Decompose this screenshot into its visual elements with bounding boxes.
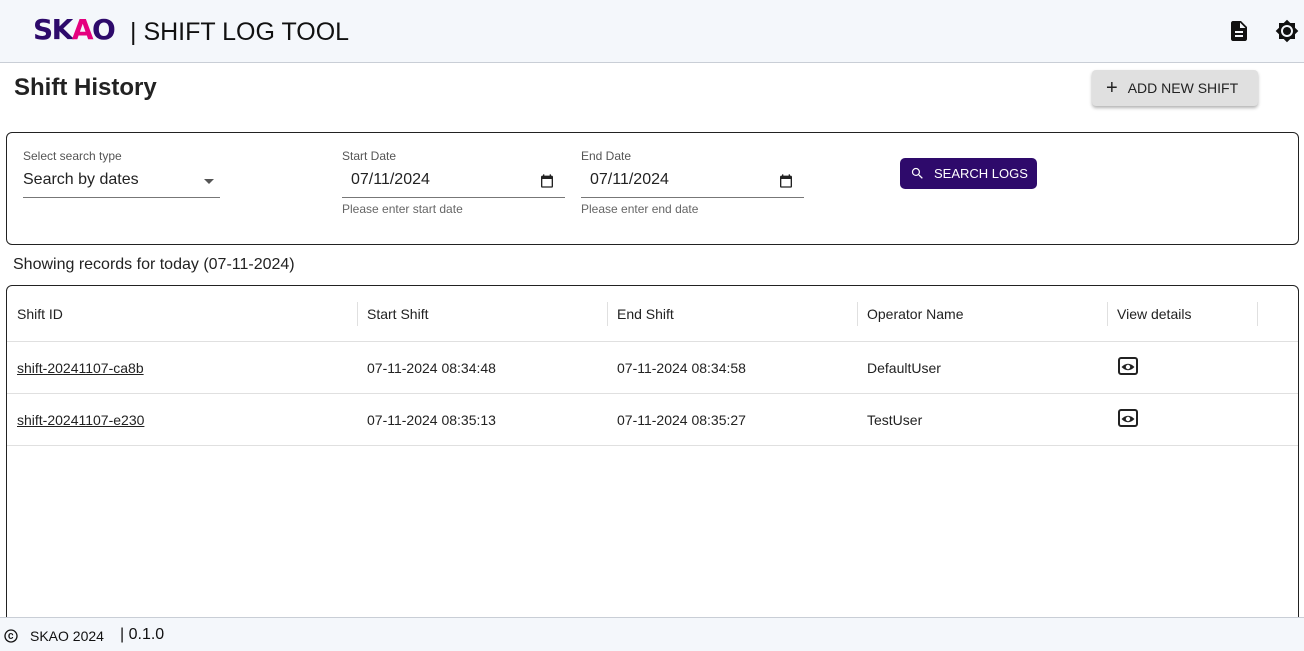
- column-header-start-shift[interactable]: Start Shift: [367, 286, 428, 342]
- search-panel: Select search type Search by dates Start…: [6, 132, 1299, 245]
- add-new-shift-label: ADD NEW SHIFT: [1127, 80, 1239, 96]
- end-date-helper: Please enter end date: [581, 202, 699, 216]
- column-separator[interactable]: [1257, 302, 1258, 326]
- skao-logo: SKAO: [33, 13, 116, 46]
- end-date-value: 07/11/2024: [590, 171, 669, 188]
- column-separator[interactable]: [857, 302, 858, 326]
- view-details-icon[interactable]: [1118, 357, 1138, 375]
- column-header-shift-id[interactable]: Shift ID: [17, 286, 63, 342]
- start-date-helper: Please enter start date: [342, 202, 463, 216]
- shift-id-link[interactable]: shift-20241107-e230: [17, 394, 144, 446]
- column-header-view-details[interactable]: View details: [1117, 286, 1191, 342]
- start-shift-cell: 07-11-2024 08:34:48: [367, 360, 496, 376]
- end-date-label: End Date: [581, 149, 632, 163]
- search-type-select[interactable]: Search by dates: [23, 171, 220, 198]
- footer-version: | 0.1.0: [120, 626, 165, 643]
- app-title: | SHIFT LOG TOOL: [130, 18, 350, 46]
- page-title: Shift History: [14, 74, 157, 101]
- dropdown-arrow-icon: [204, 179, 214, 184]
- shift-id-link[interactable]: shift-20241107-ca8b: [17, 342, 144, 394]
- column-separator[interactable]: [607, 302, 608, 326]
- start-date-value: 07/11/2024: [351, 171, 430, 188]
- table-row[interactable]: shift-20241107-e230 07-11-2024 08:35:13 …: [7, 394, 1298, 446]
- operator-name-cell: DefaultUser: [867, 360, 941, 376]
- column-header-operator-name[interactable]: Operator Name: [867, 286, 963, 342]
- operator-name-cell: TestUser: [867, 412, 923, 428]
- search-logs-label: SEARCH LOGS: [934, 166, 1028, 181]
- copyright-icon: [4, 629, 18, 643]
- plus-icon: +: [1106, 77, 1118, 99]
- search-icon: [911, 167, 923, 179]
- records-summary: Showing records for today (07-11-2024): [13, 256, 295, 273]
- add-new-shift-button[interactable]: + ADD NEW SHIFT: [1092, 70, 1258, 106]
- column-separator[interactable]: [357, 302, 358, 326]
- search-logs-button[interactable]: SEARCH LOGS: [900, 158, 1037, 189]
- column-separator[interactable]: [1107, 302, 1108, 326]
- start-date-input[interactable]: 07/11/2024: [342, 171, 565, 198]
- search-type-label: Select search type: [23, 149, 122, 163]
- footer-owner: SKAO 2024: [30, 628, 104, 644]
- end-date-input[interactable]: 07/11/2024: [581, 171, 804, 198]
- search-type-value: Search by dates: [23, 171, 139, 188]
- end-shift-cell: 07-11-2024 08:35:27: [617, 412, 746, 428]
- shift-table: Shift ID Start Shift End Shift Operator …: [6, 285, 1299, 630]
- view-details-icon[interactable]: [1118, 409, 1138, 427]
- app-footer: SKAO 2024 | 0.1.0: [0, 617, 1304, 651]
- calendar-icon[interactable]: [539, 173, 555, 189]
- document-icon[interactable]: [1227, 19, 1251, 43]
- column-header-end-shift[interactable]: End Shift: [617, 286, 674, 342]
- table-header: Shift ID Start Shift End Shift Operator …: [7, 286, 1298, 342]
- start-date-label: Start Date: [342, 149, 397, 163]
- end-shift-cell: 07-11-2024 08:34:58: [617, 360, 746, 376]
- brightness-icon[interactable]: [1275, 19, 1299, 43]
- calendar-icon[interactable]: [778, 173, 794, 189]
- table-row[interactable]: shift-20241107-ca8b 07-11-2024 08:34:48 …: [7, 342, 1298, 394]
- start-shift-cell: 07-11-2024 08:35:13: [367, 412, 496, 428]
- app-header: SKAO | SHIFT LOG TOOL: [0, 0, 1304, 63]
